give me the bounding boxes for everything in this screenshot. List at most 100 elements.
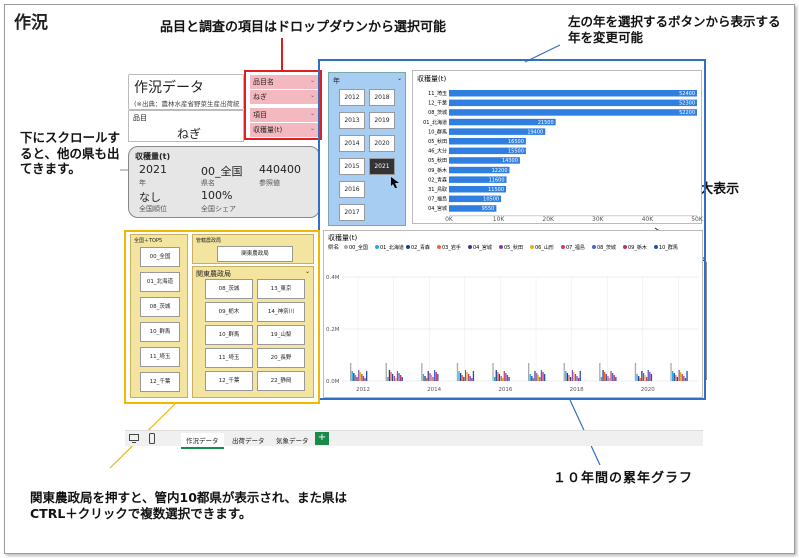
add-tab-button[interactable]: + bbox=[315, 432, 329, 445]
trend-bar[interactable] bbox=[576, 376, 578, 381]
trend-bar[interactable] bbox=[566, 373, 569, 381]
trend-bar[interactable] bbox=[422, 374, 425, 381]
year-button-2014[interactable]: 2014 bbox=[339, 135, 365, 152]
trend-bar[interactable] bbox=[506, 375, 509, 381]
trend-bar[interactable] bbox=[565, 371, 567, 381]
trend-bar[interactable] bbox=[610, 371, 612, 381]
year-button-2012[interactable]: 2012 bbox=[339, 89, 365, 106]
trend-bar[interactable] bbox=[432, 377, 434, 381]
trend-bar[interactable] bbox=[612, 373, 614, 381]
trend-bar[interactable] bbox=[387, 377, 389, 381]
trend-bar[interactable] bbox=[437, 374, 439, 381]
trend-bar[interactable] bbox=[434, 370, 436, 381]
trend-bar[interactable] bbox=[503, 371, 505, 381]
trend-bar[interactable] bbox=[508, 377, 510, 381]
trend-bar[interactable] bbox=[681, 374, 683, 381]
measure-dropdown[interactable]: 収穫量(t) ⌄ bbox=[250, 123, 318, 137]
year-button-2017[interactable]: 2017 bbox=[339, 204, 365, 221]
trend-bar[interactable] bbox=[613, 375, 615, 381]
trend-bar[interactable] bbox=[392, 374, 394, 381]
trend-bar[interactable] bbox=[505, 373, 507, 381]
trend-bar[interactable] bbox=[471, 378, 473, 381]
item-name-dropdown[interactable]: ねぎ ⌄ bbox=[250, 90, 318, 104]
trend-bar[interactable] bbox=[599, 363, 601, 381]
trend-bar[interactable] bbox=[385, 363, 387, 381]
year-button-2015[interactable]: 2015 bbox=[339, 158, 365, 175]
trend-bar[interactable] bbox=[636, 374, 638, 381]
kanto-pref-button-9[interactable]: 22_静岡 bbox=[257, 371, 305, 391]
bar[interactable] bbox=[449, 99, 697, 107]
trend-bar[interactable] bbox=[495, 370, 497, 381]
trend-bar[interactable] bbox=[430, 375, 433, 381]
trend-bar[interactable] bbox=[578, 378, 580, 381]
trend-bar[interactable] bbox=[421, 363, 423, 381]
trend-bar[interactable] bbox=[675, 375, 677, 381]
desktop-view-icon[interactable] bbox=[129, 434, 139, 443]
trend-bar[interactable] bbox=[574, 374, 577, 381]
kanto-pref-button-7[interactable]: 20_長野 bbox=[257, 348, 305, 368]
trend-bar[interactable] bbox=[540, 370, 543, 381]
tab-crop-data[interactable]: 作況データ bbox=[181, 433, 224, 449]
trend-bar[interactable] bbox=[615, 377, 617, 381]
trend-bar[interactable] bbox=[531, 376, 533, 381]
bar[interactable] bbox=[449, 90, 697, 97]
trend-bar[interactable] bbox=[649, 372, 651, 381]
trend-bar[interactable] bbox=[427, 371, 429, 381]
kanto-pref-button-1[interactable]: 13_東京 bbox=[257, 279, 305, 299]
trend-bar[interactable] bbox=[388, 370, 391, 381]
kanto-pref-button-6[interactable]: 11_埼玉 bbox=[205, 348, 253, 368]
kanto-ministry-button[interactable]: 関東農政局 bbox=[217, 246, 293, 262]
trend-bar[interactable] bbox=[390, 372, 392, 381]
trend-bar[interactable] bbox=[670, 363, 672, 381]
kanto-pref-button-4[interactable]: 10_群馬 bbox=[205, 325, 253, 345]
trend-bar[interactable] bbox=[641, 371, 643, 381]
trend-bar[interactable] bbox=[494, 377, 496, 381]
trend-bar[interactable] bbox=[568, 375, 570, 381]
trend-bar[interactable] bbox=[600, 377, 603, 381]
year-button-2018[interactable]: 2018 bbox=[369, 89, 395, 106]
trend-bar[interactable] bbox=[435, 372, 437, 381]
trend-bar[interactable] bbox=[634, 363, 637, 381]
tab-shipping-data[interactable]: 出荷データ bbox=[227, 433, 270, 447]
trend-bar[interactable] bbox=[539, 377, 541, 381]
trend-bar[interactable] bbox=[532, 378, 535, 381]
national-button-4[interactable]: 11_埼玉 bbox=[140, 347, 180, 367]
trend-bar[interactable] bbox=[469, 376, 471, 381]
trend-bar[interactable] bbox=[492, 363, 494, 381]
kanto-pref-button-5[interactable]: 19_山梨 bbox=[257, 325, 305, 345]
trend-bar[interactable] bbox=[472, 371, 475, 381]
trend-bar[interactable] bbox=[528, 363, 530, 381]
trend-bar[interactable] bbox=[544, 374, 546, 381]
trend-bar[interactable] bbox=[362, 376, 365, 381]
year-button-2020[interactable]: 2020 bbox=[369, 135, 395, 152]
year-button-2019[interactable]: 2019 bbox=[369, 112, 395, 129]
trend-bar[interactable] bbox=[639, 378, 641, 381]
national-button-2[interactable]: 08_茨城 bbox=[140, 297, 180, 317]
trend-bar[interactable] bbox=[396, 371, 399, 381]
kanto-pref-button-8[interactable]: 12_千葉 bbox=[205, 371, 253, 391]
trend-bar[interactable] bbox=[542, 372, 544, 381]
trend-bar[interactable] bbox=[395, 378, 397, 381]
trend-bar[interactable] bbox=[424, 376, 426, 381]
trend-bar[interactable] bbox=[398, 373, 400, 381]
trend-bar[interactable] bbox=[680, 372, 682, 381]
trend-bar[interactable] bbox=[573, 372, 575, 381]
trend-bar[interactable] bbox=[458, 371, 460, 381]
trend-bar[interactable] bbox=[361, 374, 363, 381]
trend-bar[interactable] bbox=[647, 370, 649, 381]
year-button-2021[interactable]: 2021 bbox=[369, 158, 395, 175]
trend-bar[interactable] bbox=[605, 374, 607, 381]
trend-bar[interactable] bbox=[537, 375, 539, 381]
trend-bar[interactable] bbox=[366, 371, 368, 381]
trend-bar[interactable] bbox=[401, 377, 403, 381]
trend-bar[interactable] bbox=[579, 371, 581, 381]
trend-bar[interactable] bbox=[608, 378, 611, 381]
trend-bar[interactable] bbox=[683, 376, 685, 381]
kanto-pref-button-0[interactable]: 08_茨城 bbox=[205, 279, 253, 299]
year-button-2013[interactable]: 2013 bbox=[339, 112, 365, 129]
trend-bar[interactable] bbox=[354, 375, 357, 381]
trend-bar[interactable] bbox=[534, 371, 536, 381]
national-button-1[interactable]: 01_北海道 bbox=[140, 272, 180, 292]
trend-bar[interactable] bbox=[646, 377, 648, 381]
trend-bar[interactable] bbox=[463, 377, 465, 381]
